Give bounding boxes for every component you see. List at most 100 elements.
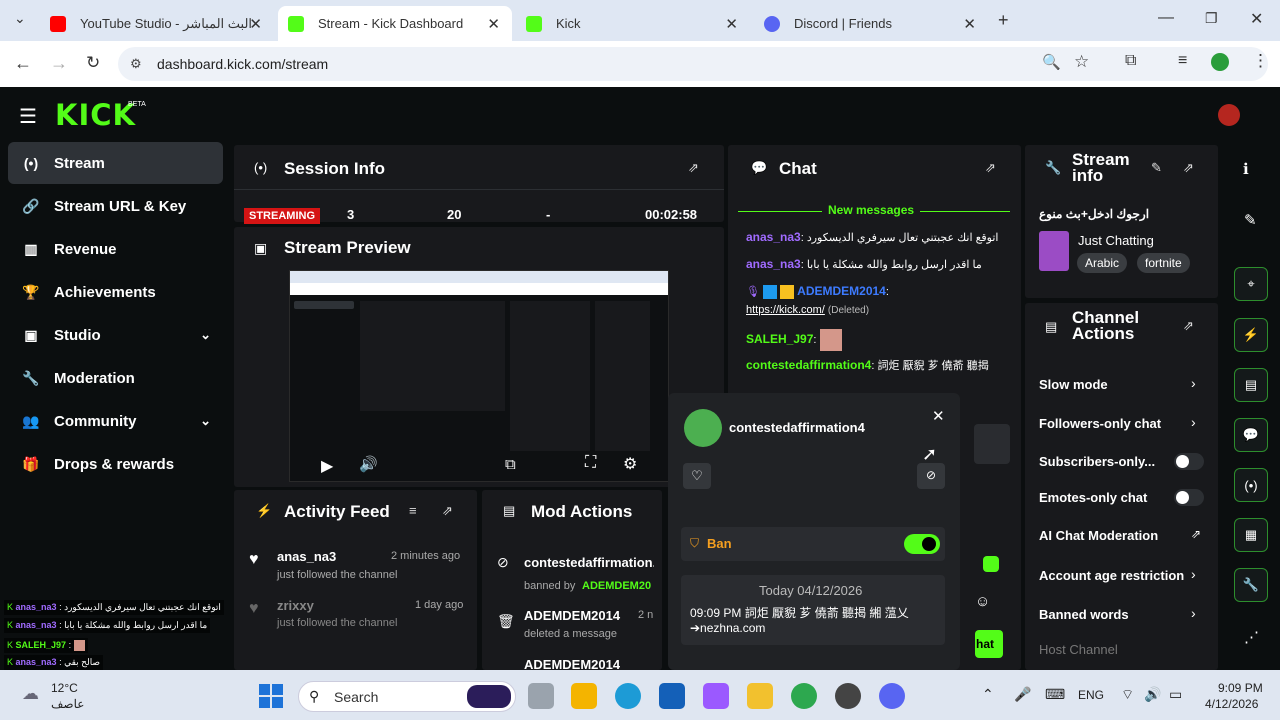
volume-icon[interactable]: 🔊 [1144,686,1161,703]
chrome-icon[interactable] [791,683,817,709]
discord-icon[interactable] [879,683,905,709]
sidebar-item-stream-url[interactable]: 🔗 Stream URL & Key [8,185,223,227]
fullscreen-icon[interactable]: ⛶ [585,454,596,472]
channel-action-followers-only[interactable]: Followers-only chat [1039,416,1161,431]
edit-pencil-icon[interactable]: ✎ [1244,211,1257,229]
close-icon[interactable]: ✕ [963,15,976,33]
clock-date[interactable]: 4/12/2026 [1205,697,1258,711]
hamburger-menu-icon[interactable]: ☰ [19,104,37,129]
chevron-right-icon[interactable]: › [1191,605,1196,621]
url-field[interactable]: ⚙ dashboard.kick.com/stream [118,47,1268,81]
restore-button[interactable]: ❐ [1205,10,1218,27]
chevron-up-icon[interactable]: ⌃ [982,686,994,703]
rail-broadcast-button[interactable]: (•) [1234,468,1268,502]
chat-username[interactable]: SALEH_J97 [746,332,813,346]
kick-logo[interactable]: KICK [55,98,136,132]
forward-icon[interactable]: → [50,53,68,74]
channel-action-account-age[interactable]: Account age restriction [1039,568,1184,583]
weather-icon[interactable]: ☁ [22,684,39,704]
activity-user[interactable]: zrixxy [277,598,314,613]
send-chat-button[interactable]: hat [975,630,1003,658]
rail-bolt-button[interactable]: ⚡ [1234,318,1268,352]
edge-icon[interactable] [615,683,641,709]
popout-icon[interactable]: ⇗ [688,160,699,176]
media-icon[interactable]: ≡ [1178,52,1187,70]
emoji-icon[interactable]: ☺ [975,593,990,610]
channel-action-host-channel[interactable]: Host Channel [1039,642,1118,657]
mod-action-by[interactable]: ADEMDEM20 [582,580,651,592]
keyboard-icon[interactable]: ⌨ [1045,686,1065,703]
chat-username[interactable]: contestedaffirmation4 [746,358,871,372]
zoom-icon[interactable]: 🔍 [1042,53,1061,71]
rail-camera-button[interactable]: ⌖ [1234,267,1268,301]
windows-start-icon[interactable] [259,684,283,708]
edit-pencil-icon[interactable]: ✎ [1151,160,1162,176]
menu-dots-icon[interactable]: ⋮ [1252,51,1269,71]
mod-action-user[interactable]: ADEMDEM2014 [524,608,620,623]
chat-username[interactable]: ADEMDEM2014 [797,284,886,298]
channel-action-emotes-only[interactable]: Emotes-only chat [1039,490,1147,505]
subscribers-only-toggle[interactable] [1174,453,1204,470]
channel-action-slow-mode[interactable]: Slow mode [1039,377,1108,392]
chat-username[interactable]: anas_na3 [746,257,801,271]
tab-kick[interactable]: Kick ✕ [516,6,750,41]
close-icon[interactable]: ✕ [932,407,945,425]
sidebar-item-community[interactable]: 👥 Community ⌄ [8,400,223,442]
sidebar-item-drops[interactable]: 🎁 Drops & rewards [8,443,223,485]
kick-emote-icon[interactable] [983,556,999,572]
sidebar-item-revenue[interactable]: ▥ Revenue [8,228,223,270]
volume-icon[interactable]: 🔊 [359,455,378,473]
user-card-username[interactable]: contestedaffirmation4 [729,420,865,435]
rail-document-button[interactable]: ▤ [1234,368,1268,402]
popout-icon[interactable]: ⇗ [442,503,453,519]
mod-action-user[interactable]: ADEMDEM2014 [524,657,620,669]
file-explorer-icon[interactable] [747,683,773,709]
tab-search-icon[interactable]: ⌄ [14,10,26,27]
back-icon[interactable]: ← [14,53,32,74]
close-icon[interactable]: ✕ [487,15,500,33]
sidebar-item-studio[interactable]: ▣ Studio ⌄ [8,314,223,356]
minimize-button[interactable]: — [1158,9,1174,27]
play-icon[interactable]: ▶ [321,456,333,476]
clock-time[interactable]: 9:09 PM [1218,681,1263,695]
popout-icon[interactable]: ⇗ [1183,160,1194,176]
chevron-right-icon[interactable]: › [1191,414,1196,430]
channel-action-banned-words[interactable]: Banned words [1039,607,1129,622]
rail-wrench-button[interactable]: 🔧 [1234,568,1268,602]
channel-action-subscribers-only[interactable]: Subscribers-only... [1039,454,1155,469]
tag-chip[interactable]: Arabic [1077,253,1128,273]
chevron-right-icon[interactable]: › [1191,566,1196,582]
chat-link[interactable]: https://kick.com/ [746,304,825,316]
sidebar-item-moderation[interactable]: 🔧 Moderation [8,357,223,399]
channel-action-ai-moderation[interactable]: AI Chat Moderation [1039,528,1158,543]
task-view-icon[interactable] [528,683,554,709]
sidebar-item-stream[interactable]: (•) Stream [8,142,223,184]
rail-chat-button[interactable]: 💬 [1234,418,1268,452]
mod-action-user[interactable]: contestedaffirmation... [524,555,654,570]
tab-discord[interactable]: Discord | Friends ✕ [754,6,988,41]
chevron-right-icon[interactable]: › [1191,375,1196,391]
tab-youtube-studio[interactable]: YouTube Studio - البث المباشر ✕ [40,6,274,41]
preview-video[interactable] [289,270,669,482]
avatar[interactable] [1218,104,1240,126]
ban-toggle[interactable] [904,534,940,554]
category-name[interactable]: Just Chatting [1078,233,1154,248]
chat-username[interactable]: anas_na3 [746,230,801,244]
activity-user[interactable]: anas_na3 [277,549,336,564]
info-icon[interactable]: ℹ [1243,160,1249,178]
reload-icon[interactable]: ↻ [86,53,100,73]
tab-kick-dashboard[interactable]: Stream - Kick Dashboard ✕ [278,6,512,41]
extensions-icon[interactable]: ⧉ [1125,52,1136,70]
wifi-icon[interactable]: ⌔ [1121,686,1134,704]
microphone-icon[interactable]: 🎤 [1014,686,1031,703]
profile-avatar[interactable] [1211,53,1229,71]
new-tab-button[interactable]: + [998,10,1009,31]
external-link-icon[interactable]: ⇗ [1191,527,1201,541]
emotes-only-toggle[interactable] [1174,489,1204,506]
sidebar-item-achievements[interactable]: 🏆 Achievements [8,271,223,313]
store-icon[interactable] [571,683,597,709]
mute-icon[interactable]: ⊘ [917,463,945,489]
popout-icon[interactable]: ⇗ [1183,318,1194,334]
obs-icon[interactable] [835,683,861,709]
popout-icon[interactable]: ⇗ [985,160,996,176]
